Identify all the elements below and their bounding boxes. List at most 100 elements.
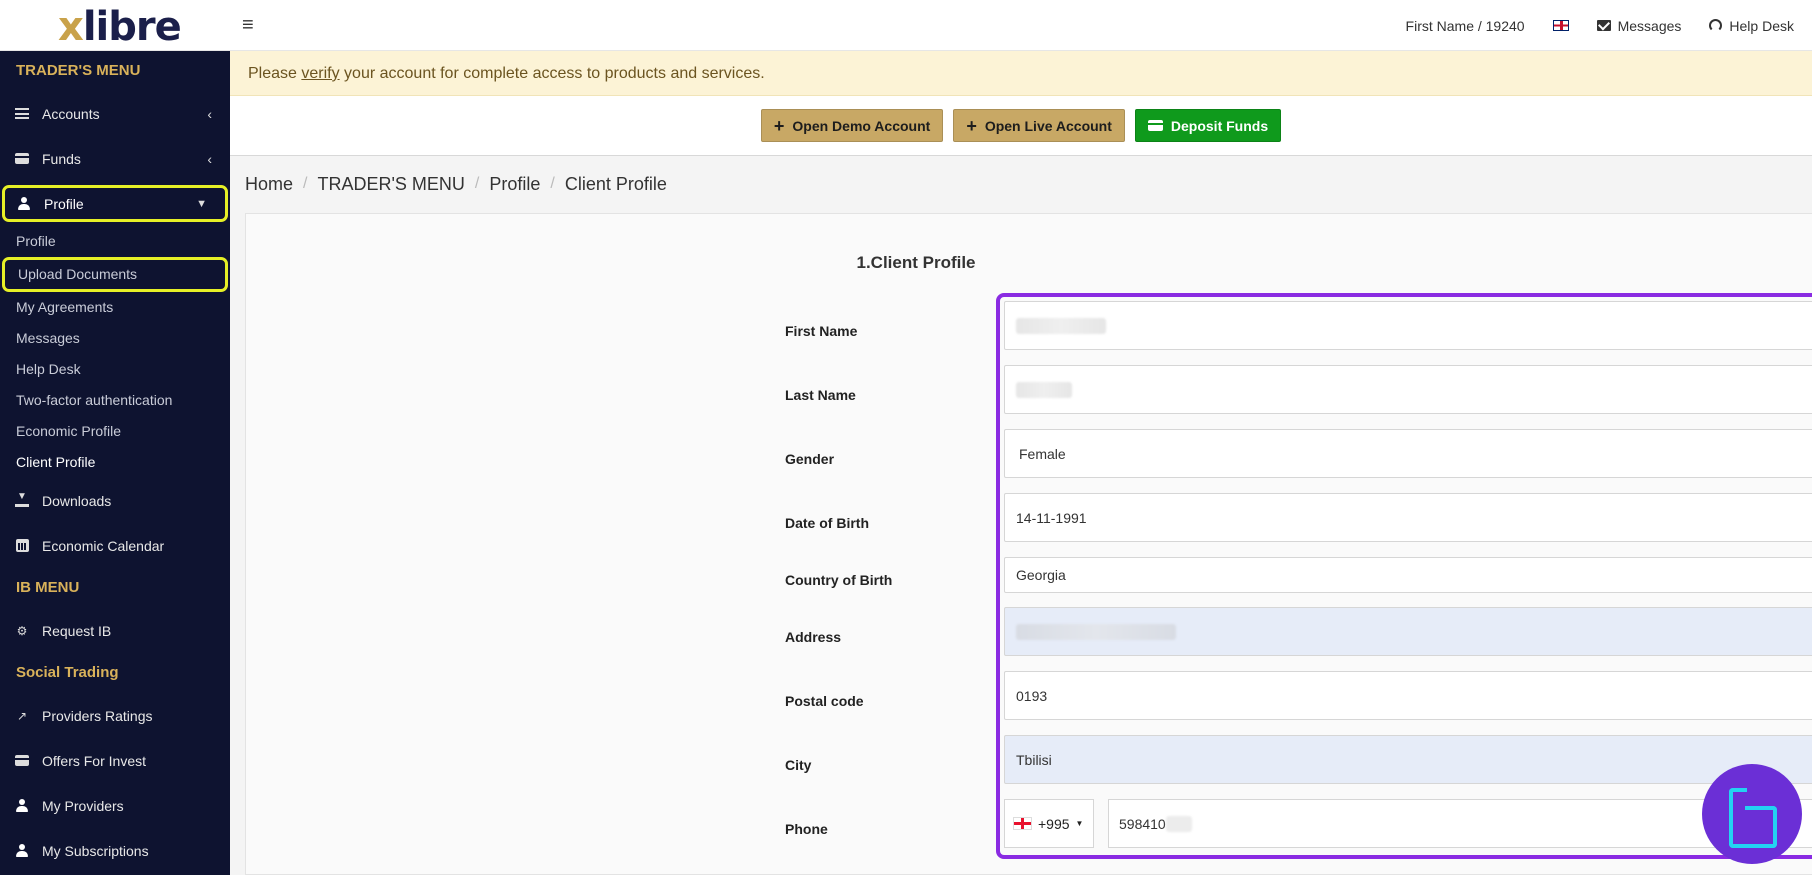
- phone-label: Phone: [785, 821, 828, 837]
- sidebar-item-label: My Providers: [42, 797, 124, 814]
- download-icon: [14, 491, 30, 508]
- help-desk-link[interactable]: Help Desk: [1709, 18, 1794, 34]
- city-value: Tbilisi: [1016, 751, 1052, 768]
- help-desk-label: Help Desk: [1729, 17, 1794, 34]
- redacted-value: [1016, 317, 1106, 334]
- city-label: City: [785, 757, 812, 773]
- gender-value: Female: [1019, 445, 1066, 462]
- sidebar-item-funds[interactable]: Funds ‹: [0, 136, 230, 181]
- wallet-icon: [14, 754, 30, 768]
- sidebar-item-label: Funds: [42, 150, 81, 167]
- breadcrumb-separator: /: [474, 175, 480, 192]
- ib-menu-heading: IB MENU: [16, 579, 80, 596]
- traders-menu-heading: TRADER'S MENU: [16, 62, 141, 79]
- alert-text: your account for complete access to prod…: [339, 65, 765, 82]
- breadcrumb-profile[interactable]: Profile: [489, 174, 540, 195]
- plus-icon: +: [966, 115, 977, 136]
- country-label: Country of Birth: [785, 572, 893, 588]
- sidebar-subitem-two-factor[interactable]: Two-factor authentication: [0, 385, 230, 416]
- sidebar-item-providers-ratings[interactable]: ↗ Providers Ratings: [0, 693, 230, 738]
- sidebar-item-my-subscriptions[interactable]: My Subscriptions: [0, 828, 230, 873]
- breadcrumb-home[interactable]: Home: [245, 174, 293, 195]
- sidebar-subitem-messages[interactable]: Messages: [0, 323, 230, 354]
- wallet-icon: [14, 152, 30, 166]
- sidebar-item-label: Economic Calendar: [42, 537, 165, 554]
- phone-country-code-select[interactable]: +995 ▼: [1004, 799, 1094, 848]
- chevron-left-icon: ‹: [207, 105, 212, 122]
- sidebar-item-profile[interactable]: Profile ▼: [2, 185, 228, 222]
- social-trading-heading: Social Trading: [16, 664, 119, 681]
- gender-label: Gender: [785, 451, 835, 467]
- sidebar-item-offers-for-invest[interactable]: Offers For Invest: [0, 738, 230, 783]
- breadcrumb: Home / TRADER'S MENU / Profile / Client …: [230, 156, 1812, 212]
- country-value: Georgia: [1016, 567, 1066, 583]
- postal-code-value: 0193: [1016, 687, 1048, 704]
- sidebar-item-label: Accounts: [42, 105, 100, 122]
- user-tie-icon: [14, 799, 30, 813]
- button-label: Open Demo Account: [792, 117, 931, 134]
- last-name-field[interactable]: [1004, 365, 1812, 414]
- sidebar-item-label: My Subscriptions: [42, 842, 149, 859]
- top-bar: xlibre ≡ First Name / 19240 Messages Hel…: [0, 0, 1812, 51]
- address-field[interactable]: [1004, 607, 1812, 656]
- open-live-account-button[interactable]: + Open Live Account: [953, 109, 1125, 142]
- user-name-id[interactable]: First Name / 19240: [1406, 18, 1525, 34]
- sidebar-item-label: Offers For Invest: [42, 752, 146, 769]
- sidebar-subitem-help-desk[interactable]: Help Desk: [0, 354, 230, 385]
- uk-flag-icon[interactable]: [1552, 20, 1569, 31]
- redacted-value: [1165, 815, 1192, 832]
- chart-line-icon: ↗: [16, 708, 28, 723]
- sidebar-subitem-my-agreements[interactable]: My Agreements: [0, 292, 230, 323]
- chevron-left-icon: ‹: [207, 150, 212, 167]
- watermark-logo: [1702, 764, 1802, 864]
- calendar-icon: [14, 539, 30, 553]
- sidebar-subitem-client-profile[interactable]: Client Profile: [0, 447, 230, 478]
- breadcrumb-separator: /: [550, 175, 555, 192]
- panel-title: 1.Client Profile: [856, 253, 976, 272]
- breadcrumb-client-profile: Client Profile: [564, 173, 667, 194]
- sidebar-item-label: Downloads: [42, 492, 112, 509]
- chevron-down-icon: ▼: [196, 197, 207, 210]
- dob-field[interactable]: 14-11-1991: [1004, 493, 1812, 542]
- address-label: Address: [785, 629, 842, 645]
- first-name-field[interactable]: [1004, 301, 1812, 350]
- gender-select[interactable]: Female⌄: [1004, 429, 1812, 478]
- hamburger-menu-icon[interactable]: ≡: [242, 14, 254, 37]
- plus-icon: +: [773, 115, 785, 136]
- caret-down-icon: ▼: [1075, 819, 1084, 828]
- open-demo-account-button[interactable]: + Open Demo Account: [760, 109, 944, 142]
- breadcrumb-traders-menu[interactable]: TRADER'S MENU: [317, 174, 464, 195]
- sidebar-item-request-ib[interactable]: ⚙ Request IB: [0, 608, 230, 653]
- sidebar-item-accounts[interactable]: Accounts ‹: [0, 91, 230, 136]
- sidebar-subitem-profile[interactable]: Profile: [0, 226, 230, 257]
- messages-link[interactable]: Messages: [1596, 18, 1681, 34]
- city-field[interactable]: Tbilisi: [1004, 735, 1812, 784]
- postal-code-label: Postal code: [785, 693, 864, 709]
- button-label: Deposit Funds: [1170, 117, 1269, 134]
- user-icon: [16, 197, 32, 211]
- deposit-funds-button[interactable]: Deposit Funds: [1134, 109, 1282, 142]
- sidebar-item-label: Providers Ratings: [42, 707, 153, 724]
- xlibre-logo[interactable]: xlibre: [58, 4, 182, 50]
- sidebar-item-downloads[interactable]: Downloads: [0, 478, 230, 523]
- handshake-icon: ⚙: [16, 623, 28, 638]
- phone-code-value: +995: [1038, 815, 1070, 832]
- postal-code-field[interactable]: 0193: [1004, 671, 1812, 720]
- action-bar: + Open Demo Account + Open Live Account De…: [230, 96, 1812, 156]
- credit-card-icon: [1147, 120, 1163, 131]
- sidebar-item-economic-calendar[interactable]: Economic Calendar: [0, 523, 230, 568]
- sidebar-subitem-economic-profile[interactable]: Economic Profile: [0, 416, 230, 447]
- envelope-icon: [1596, 20, 1611, 31]
- sidebar-item-label: Request IB: [42, 622, 112, 639]
- list-icon: [14, 107, 30, 121]
- verify-alert: Please verify your account for complete …: [230, 51, 1812, 96]
- sidebar-item-my-providers[interactable]: My Providers: [0, 783, 230, 828]
- country-select[interactable]: Georgia▼: [1004, 557, 1812, 593]
- sidebar-subitem-upload-documents[interactable]: Upload Documents: [2, 257, 228, 292]
- client-profile-panel: 1.Client Profile First Name Last Name Ge…: [245, 213, 1812, 875]
- verify-link[interactable]: verify: [301, 65, 339, 82]
- breadcrumb-separator: /: [303, 175, 308, 192]
- main-content: Please verify your account for complete …: [230, 51, 1812, 875]
- headset-icon: [1709, 19, 1723, 32]
- alert-text: Please: [248, 65, 302, 82]
